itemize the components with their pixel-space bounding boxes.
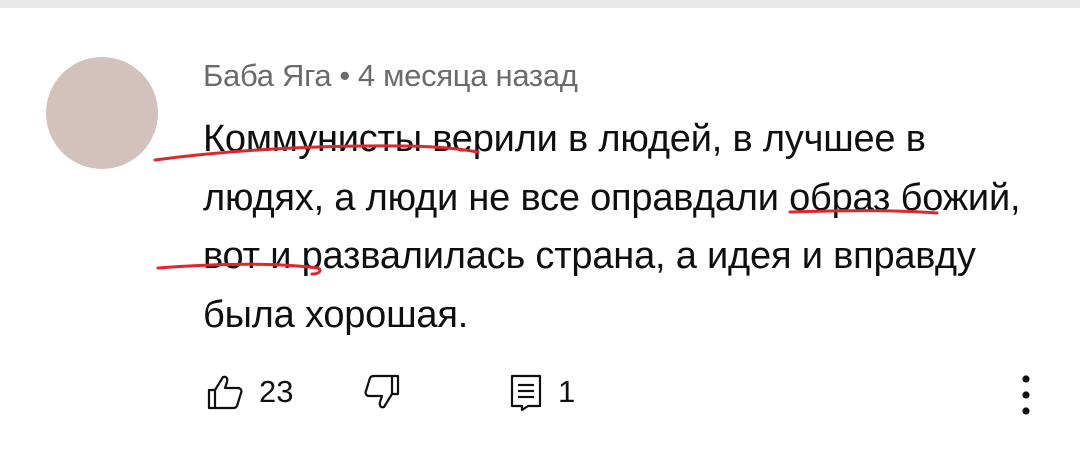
like-button[interactable]: 23	[205, 372, 293, 412]
thumbs-up-icon	[207, 375, 243, 410]
comment-meta: Баба Яга • 4 месяца назад	[203, 58, 578, 94]
reply-button[interactable]: 1	[508, 372, 575, 412]
comment-text: Коммунисты верили в людей, в лучшее в лю…	[203, 118, 1021, 336]
author-name[interactable]: Баба Яга	[203, 58, 332, 93]
like-count: 23	[259, 374, 294, 409]
comment-time[interactable]: 4 месяца назад	[358, 58, 578, 93]
more-vert-icon[interactable]	[1015, 370, 1037, 420]
dislike-button[interactable]	[362, 372, 402, 412]
avatar[interactable]	[46, 57, 158, 169]
top-divider	[0, 0, 1080, 8]
thumbs-down-icon	[364, 374, 400, 409]
meta-separator: •	[339, 58, 350, 93]
reply-count: 1	[558, 374, 576, 409]
reply-icon	[510, 374, 542, 412]
